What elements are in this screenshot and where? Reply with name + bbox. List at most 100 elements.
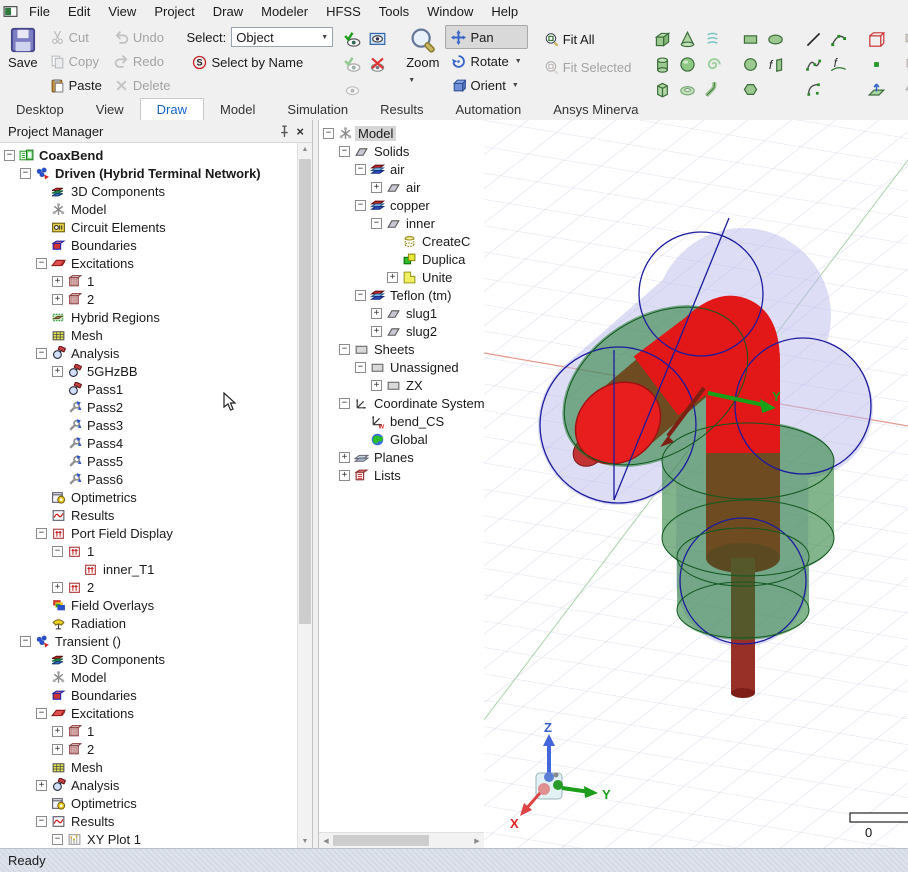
point-button[interactable] <box>863 52 889 76</box>
tree-item-model[interactable]: −Model <box>319 124 484 142</box>
tree-item-unite[interactable]: +Unite <box>319 268 484 286</box>
pan-button[interactable]: Pan <box>445 25 527 49</box>
3d-viewport[interactable]: Y Z Y X 0 <box>484 120 908 848</box>
tree-item-unassigned[interactable]: −Unassigned <box>319 358 484 376</box>
fit-all-button[interactable]: Fit All <box>538 27 638 51</box>
tree-item-slug1[interactable]: +slug1 <box>319 304 484 322</box>
s-poly-button[interactable] <box>737 77 763 99</box>
collapse-toggle[interactable]: − <box>20 636 31 647</box>
tree-item-global[interactable]: Global <box>319 430 484 448</box>
expand-toggle[interactable]: + <box>52 294 63 305</box>
tree-item-pass5[interactable]: Pass5 <box>0 452 298 470</box>
expand-toggle[interactable]: + <box>52 366 63 377</box>
eye-dim-button[interactable] <box>339 52 365 76</box>
region-button[interactable] <box>863 27 889 51</box>
tree-item-3d-components[interactable]: 3D Components <box>0 650 298 668</box>
3d-scene[interactable]: Y Z Y X 0 <box>484 120 908 848</box>
model-tree-hscrollbar[interactable]: ◀ ▶ <box>319 832 484 848</box>
tree-item-pass2[interactable]: Pass2 <box>0 398 298 416</box>
tree-item-boundaries[interactable]: Boundaries <box>0 236 298 254</box>
tree-item-analysis[interactable]: −Analysis <box>0 344 298 362</box>
tree-item-1[interactable]: −1 <box>0 542 298 560</box>
tree-item-results[interactable]: Results <box>0 506 298 524</box>
zoom-button[interactable]: Zoom ▼ <box>400 25 445 87</box>
save-button[interactable]: Save <box>2 25 44 72</box>
collapse-toggle[interactable]: − <box>4 150 15 161</box>
tree-item-xy-plot-1[interactable]: −XY Plot 1 <box>0 830 298 848</box>
p-box-button[interactable] <box>649 27 675 51</box>
tree-item-pass4[interactable]: Pass4 <box>0 434 298 452</box>
paste-button[interactable]: Paste <box>44 73 108 97</box>
menu-item-project[interactable]: Project <box>145 2 203 21</box>
p-cone-button[interactable] <box>674 27 700 51</box>
collapse-toggle[interactable]: − <box>52 546 63 557</box>
tree-item-pass6[interactable]: Pass6 <box>0 470 298 488</box>
tree-item-radiation[interactable]: Radiation <box>0 614 298 632</box>
menu-item-hfss[interactable]: HFSS <box>317 2 370 21</box>
tree-item-field-overlays[interactable]: Field Overlays <box>0 596 298 614</box>
select-mode-dropdown[interactable]: Object▼ <box>231 27 333 47</box>
tab-ansys-minerva[interactable]: Ansys Minerva <box>537 99 654 120</box>
select-by-name-button[interactable]: SSelect by Name <box>186 50 333 74</box>
tree-item-1[interactable]: +1 <box>0 722 298 740</box>
tree-item-transient[interactable]: −Transient () <box>0 632 298 650</box>
collapse-toggle[interactable]: − <box>355 290 366 301</box>
collapse-toggle[interactable]: − <box>36 348 47 359</box>
l-eq-button[interactable]: f <box>825 52 851 76</box>
p-spiral-button[interactable] <box>699 52 725 76</box>
tree-item-lists[interactable]: +Lists <box>319 466 484 484</box>
expand-toggle[interactable]: + <box>371 308 382 319</box>
delete-button[interactable]: Delete <box>108 73 177 97</box>
expand-toggle[interactable]: + <box>387 272 398 283</box>
expand-toggle[interactable]: + <box>371 326 382 337</box>
tree-item-pass1[interactable]: Pass1 <box>0 380 298 398</box>
tab-draw[interactable]: Draw <box>140 98 204 120</box>
scroll-right-icon[interactable]: ▶ <box>470 837 484 845</box>
expand-toggle[interactable]: + <box>52 726 63 737</box>
s-fn-button[interactable]: f <box>762 52 788 76</box>
tree-item-optimetrics[interactable]: Optimetrics <box>0 794 298 812</box>
menu-item-edit[interactable]: Edit <box>59 2 99 21</box>
l-arc3-button[interactable] <box>825 27 851 51</box>
tree-item-circuit-elements[interactable]: Circuit Elements <box>0 218 298 236</box>
tree-item-model[interactable]: Model <box>0 668 298 686</box>
tree-item-excitations[interactable]: −Excitations <box>0 254 298 272</box>
collapse-toggle[interactable]: − <box>36 816 47 827</box>
collapse-toggle[interactable]: − <box>20 168 31 179</box>
expand-toggle[interactable]: + <box>339 452 350 463</box>
tree-item-coaxbend[interactable]: −CoaxBend <box>0 146 298 164</box>
tree-item-planes[interactable]: +Planes <box>319 448 484 466</box>
collapse-toggle[interactable]: − <box>355 362 366 373</box>
tree-item-air[interactable]: −air <box>319 160 484 178</box>
collapse-toggle[interactable]: − <box>36 258 47 269</box>
eye-hide-button[interactable] <box>364 52 390 76</box>
collapse-toggle[interactable]: − <box>36 528 47 539</box>
tree-item-2[interactable]: +2 <box>0 290 298 308</box>
collapse-toggle[interactable]: − <box>355 164 366 175</box>
tree-item-coordinate-systems[interactable]: −Coordinate Systems <box>319 394 484 412</box>
expand-toggle[interactable]: + <box>339 470 350 481</box>
move-button[interactable]: Move <box>899 25 908 49</box>
expand-toggle[interactable]: + <box>371 182 382 193</box>
tree-item-analysis[interactable]: +Analysis <box>0 776 298 794</box>
tree-item-mesh[interactable]: Mesh <box>0 758 298 776</box>
tree-item-slug2[interactable]: +slug2 <box>319 322 484 340</box>
tree-item-port-field-display[interactable]: −Port Field Display <box>0 524 298 542</box>
eye-show-button[interactable] <box>339 27 365 51</box>
tree-item-1[interactable]: +1 <box>0 272 298 290</box>
menu-item-help[interactable]: Help <box>482 2 527 21</box>
project-tree-scrollbar[interactable]: ▲ ▼ <box>297 143 312 848</box>
menu-item-view[interactable]: View <box>99 2 145 21</box>
pin-icon[interactable] <box>277 124 292 139</box>
tree-item-2[interactable]: +2 <box>0 740 298 758</box>
collapse-toggle[interactable]: − <box>355 200 366 211</box>
tree-item-hybrid-regions[interactable]: Hybrid Regions <box>0 308 298 326</box>
tree-item-excitations[interactable]: −Excitations <box>0 704 298 722</box>
tree-item-pass3[interactable]: Pass3 <box>0 416 298 434</box>
tree-item-copper[interactable]: −copper <box>319 196 484 214</box>
tab-simulation[interactable]: Simulation <box>271 99 364 120</box>
undo-button[interactable]: Undo <box>108 25 177 49</box>
tab-desktop[interactable]: Desktop <box>0 99 80 120</box>
eye-window-button[interactable] <box>364 27 390 51</box>
expand-toggle[interactable]: + <box>52 744 63 755</box>
